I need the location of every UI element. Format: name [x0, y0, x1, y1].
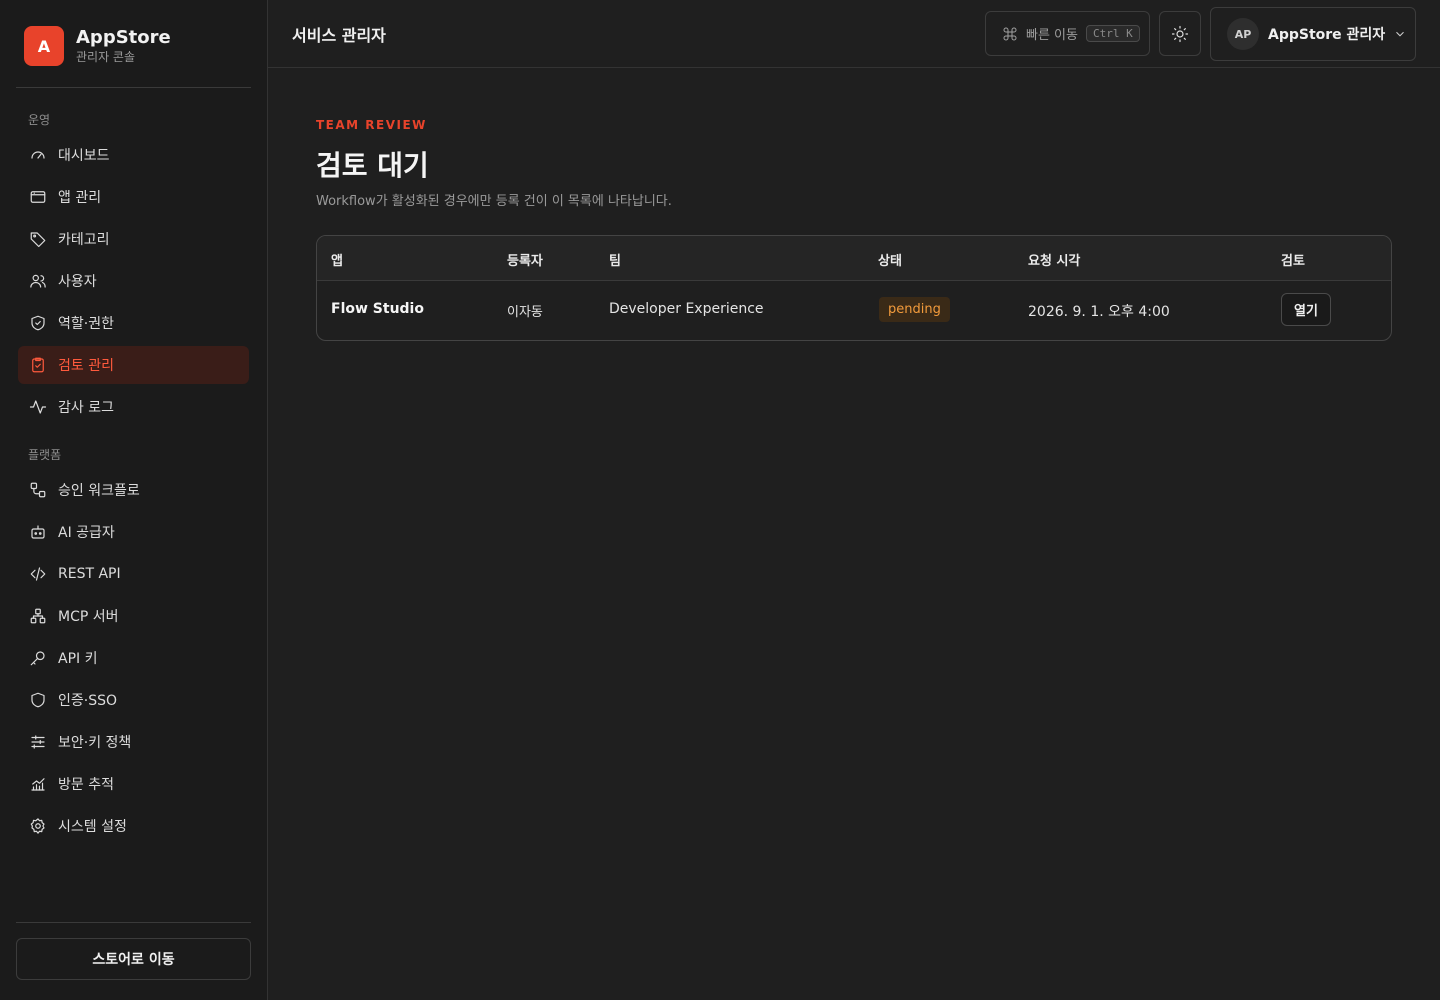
- sidebar-item-label: 검토 관리: [58, 358, 114, 374]
- sidebar-item-label: 보안·키 정책: [58, 735, 132, 751]
- sidebar-item-security-policy[interactable]: 보안·키 정책: [18, 723, 249, 761]
- brand-subtitle: 관리자 콘솔: [76, 50, 136, 64]
- sidebar-item-label: AI 공급자: [58, 525, 115, 541]
- command-icon: [1003, 27, 1017, 40]
- user-menu-button[interactable]: AP AppStore 관리자: [1210, 7, 1416, 61]
- chevron-down-icon: [1396, 31, 1405, 37]
- gauge-icon: [28, 145, 48, 165]
- sidebar-divider: [16, 922, 251, 923]
- quick-nav-button[interactable]: 빠른 이동 Ctrl K: [985, 11, 1150, 56]
- sidebar-item-label: 앱 관리: [58, 190, 102, 206]
- page-description: Workflow가 활성화된 경우에만 등록 건이 이 목록에 나타납니다.: [316, 194, 672, 209]
- cell-app: Flow Studio: [331, 301, 424, 317]
- section-label-ops: 운영: [28, 113, 51, 127]
- shield-check-icon: [28, 313, 48, 333]
- users-icon: [28, 271, 48, 291]
- bot-icon: [28, 522, 48, 542]
- page-header-title: 서비스 관리자: [292, 26, 386, 45]
- sidebar-item-audit-log[interactable]: 감사 로그: [18, 388, 249, 426]
- window-icon: [28, 187, 48, 207]
- column-header-requested-at[interactable]: 요청 시각: [1028, 250, 1080, 269]
- sidebar-item-ai-provider[interactable]: AI 공급자: [18, 513, 249, 551]
- code-icon: [28, 564, 48, 584]
- cell-requested-at: 2026. 9. 1. 오후 4:00: [1028, 304, 1170, 320]
- sidebar-item-label: 감사 로그: [58, 400, 114, 416]
- sidebar-item-label: REST API: [58, 566, 121, 582]
- sidebar-item-label: 카테고리: [58, 232, 110, 248]
- network-icon: [28, 606, 48, 626]
- brand-logo: A: [24, 26, 64, 66]
- sidebar: A AppStore 관리자 콘솔 운영 대시보드 앱 관리 카테고리 사용자 …: [0, 0, 268, 1000]
- key-icon: [28, 648, 48, 668]
- sidebar-item-users[interactable]: 사용자: [18, 262, 249, 300]
- sidebar-item-label: 승인 워크플로: [58, 483, 140, 499]
- status-badge: pending: [879, 297, 950, 322]
- sidebar-item-label: 사용자: [58, 274, 97, 290]
- sliders-icon: [28, 732, 48, 752]
- column-header-status[interactable]: 상태: [878, 250, 902, 269]
- sidebar-item-auth-sso[interactable]: 인증·SSO: [18, 681, 249, 719]
- sidebar-item-system-settings[interactable]: 시스템 설정: [18, 807, 249, 845]
- sidebar-divider: [16, 87, 251, 88]
- activity-icon: [28, 397, 48, 417]
- theme-toggle-button[interactable]: [1159, 11, 1201, 56]
- column-header-review[interactable]: 검토: [1281, 250, 1305, 269]
- column-header-team[interactable]: 팀: [609, 250, 621, 269]
- column-header-app[interactable]: 앱: [331, 250, 343, 269]
- open-review-button[interactable]: 열기: [1281, 293, 1331, 326]
- go-to-store-button[interactable]: 스토어로 이동: [16, 938, 251, 980]
- topbar: 서비스 관리자 빠른 이동 Ctrl K AP AppStore 관리자: [268, 0, 1440, 68]
- sidebar-item-workflow[interactable]: 승인 워크플로: [18, 471, 249, 509]
- shortcut-hint: Ctrl K: [1085, 25, 1140, 42]
- chart-icon: [28, 774, 48, 794]
- sidebar-item-label: 시스템 설정: [58, 819, 127, 835]
- avatar: AP: [1227, 18, 1259, 50]
- user-name: AppStore 관리자: [1268, 27, 1386, 43]
- clipboard-check-icon: [28, 355, 48, 375]
- review-table: 앱 등록자 팀 상태 요청 시각 검토 Flow Studio 이자동 Deve…: [316, 235, 1392, 341]
- cell-registrant: 이자동: [507, 305, 543, 320]
- sidebar-item-visit-tracking[interactable]: 방문 추적: [18, 765, 249, 803]
- page-title: 검토 대기: [316, 149, 429, 182]
- sidebar-item-roles[interactable]: 역할·권한: [18, 304, 249, 342]
- brand[interactable]: A AppStore 관리자 콘솔: [24, 26, 171, 66]
- sidebar-item-dashboard[interactable]: 대시보드: [18, 136, 249, 174]
- sidebar-item-rest-api[interactable]: REST API: [18, 555, 249, 593]
- workflow-icon: [28, 480, 48, 500]
- sun-icon: [1171, 25, 1189, 42]
- cell-team: Developer Experience: [609, 301, 764, 317]
- sidebar-item-label: API 키: [58, 651, 98, 667]
- quick-nav-label: 빠른 이동: [1026, 28, 1078, 43]
- sidebar-item-label: 역할·권한: [58, 316, 114, 332]
- sidebar-item-mcp-server[interactable]: MCP 서버: [18, 597, 249, 635]
- section-eyebrow: TEAM REVIEW: [316, 118, 427, 132]
- sidebar-item-label: 대시보드: [58, 148, 110, 164]
- shield-icon: [28, 690, 48, 710]
- section-label-platform: 플랫폼: [28, 448, 62, 462]
- sidebar-item-category[interactable]: 카테고리: [18, 220, 249, 258]
- sidebar-item-label: 방문 추적: [58, 777, 114, 793]
- sidebar-item-review[interactable]: 검토 관리: [18, 346, 249, 384]
- table-header: 앱 등록자 팀 상태 요청 시각 검토: [317, 236, 1391, 281]
- tag-icon: [28, 229, 48, 249]
- sidebar-item-api-key[interactable]: API 키: [18, 639, 249, 677]
- column-header-registrant[interactable]: 등록자: [507, 250, 543, 269]
- gear-icon: [28, 816, 48, 836]
- sidebar-item-label: 인증·SSO: [58, 693, 118, 709]
- sidebar-item-apps[interactable]: 앱 관리: [18, 178, 249, 216]
- brand-name: AppStore: [76, 27, 171, 48]
- sidebar-item-label: MCP 서버: [58, 609, 119, 625]
